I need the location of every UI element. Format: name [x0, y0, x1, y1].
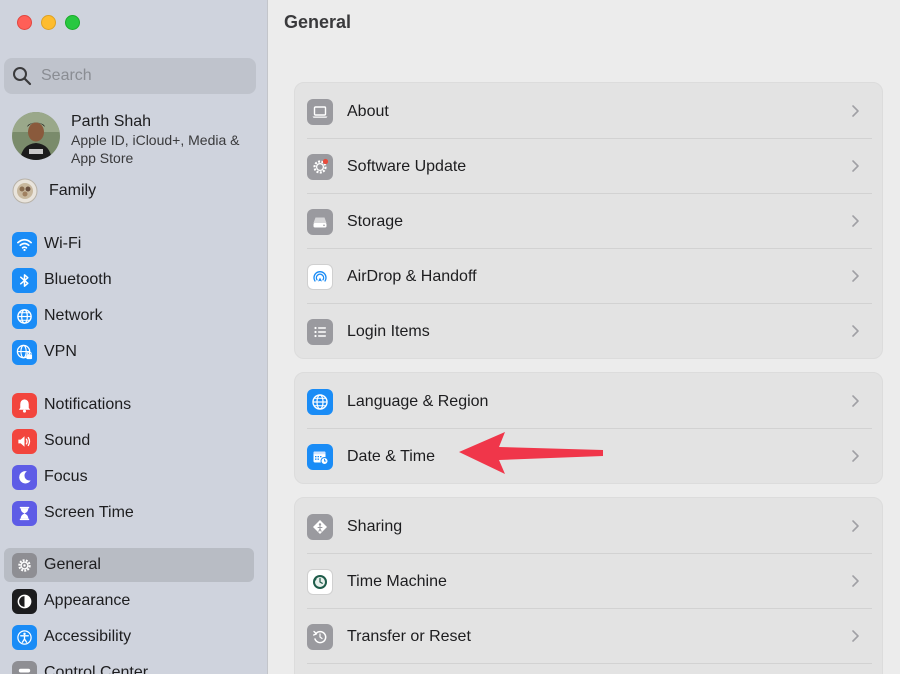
row-label: Date & Time — [347, 447, 436, 465]
chevron-right-icon — [852, 630, 859, 642]
laptop-icon — [307, 98, 333, 125]
sharing-icon — [307, 513, 333, 540]
chevron-right-icon — [852, 160, 859, 172]
zoom-window-button[interactable] — [65, 15, 80, 30]
sidebar-item-label: Appearance — [44, 592, 131, 609]
vpn-globe-icon — [12, 339, 37, 365]
main-pane: General About Software Update Storage Ai… — [269, 0, 900, 674]
row-label: About — [347, 102, 389, 120]
bluetooth-icon — [12, 267, 37, 293]
chevron-right-icon — [852, 395, 859, 407]
sidebar-item-bluetooth[interactable]: Bluetooth — [4, 263, 254, 297]
sidebar-item-label: Wi-Fi — [44, 235, 82, 252]
bell-icon — [12, 392, 37, 418]
row-transfer-reset[interactable]: Transfer or Reset — [307, 609, 872, 664]
row-language-region[interactable]: Language & Region — [307, 374, 872, 429]
search-input[interactable] — [41, 67, 241, 85]
sidebar-item-label: Screen Time — [44, 504, 134, 521]
row-airdrop-handoff[interactable]: AirDrop & Handoff — [307, 249, 872, 304]
sidebar-item-label: General — [44, 556, 101, 573]
calendar-clock-icon — [307, 443, 333, 470]
sidebar-item-label: Bluetooth — [44, 271, 112, 288]
window-controls — [17, 15, 80, 30]
sidebar-item-sound[interactable]: Sound — [4, 424, 254, 458]
sidebar-item-notifications[interactable]: Notifications — [4, 388, 254, 422]
list-icon — [307, 318, 333, 345]
row-time-machine[interactable]: Time Machine — [307, 554, 872, 609]
chevron-right-icon — [852, 450, 859, 462]
avatar — [12, 112, 60, 160]
row-label: AirDrop & Handoff — [347, 267, 477, 285]
chevron-right-icon — [852, 270, 859, 282]
row-about[interactable]: About — [307, 84, 872, 139]
gear-icon — [12, 552, 37, 578]
sidebar-item-label: Sound — [44, 432, 91, 449]
sidebar-item-label: Control Center — [44, 664, 149, 674]
sidebar-item-screen-time[interactable]: Screen Time — [4, 496, 254, 530]
account-name: Parth Shah — [71, 113, 152, 130]
sidebar-item-network[interactable]: Network — [4, 299, 254, 333]
row-login-items[interactable]: Login Items — [307, 304, 872, 359]
chevron-right-icon — [852, 520, 859, 532]
reset-icon — [307, 623, 333, 650]
speaker-icon — [12, 428, 37, 454]
accessibility-icon — [12, 624, 37, 650]
row-label: Storage — [347, 212, 404, 230]
chevron-right-icon — [852, 325, 859, 337]
row-label: Login Items — [347, 322, 430, 340]
chevron-right-icon — [852, 215, 859, 227]
time-machine-icon — [307, 568, 333, 595]
annotation-arrow-icon — [459, 432, 603, 474]
sidebar: Parth Shah Apple ID, iCloud+, Media & Ap… — [0, 0, 268, 674]
row-storage[interactable]: Storage — [307, 194, 872, 249]
sidebar-item-appearance[interactable]: Appearance — [4, 584, 254, 618]
globe-icon — [12, 303, 37, 329]
close-window-button[interactable] — [17, 15, 32, 30]
appearance-icon — [12, 588, 37, 614]
airdrop-icon — [307, 263, 333, 290]
settings-group-sharing: Sharing Time Machine Transfer or Reset — [294, 497, 883, 674]
globe-icon — [307, 388, 333, 415]
sidebar-item-label: VPN — [44, 343, 77, 360]
row-label: Transfer or Reset — [347, 627, 471, 645]
chevron-right-icon — [852, 105, 859, 117]
row-label: Time Machine — [347, 572, 447, 590]
sidebar-item-focus[interactable]: Focus — [4, 460, 254, 494]
sidebar-item-label: Focus — [44, 468, 88, 485]
account-subtitle: Apple ID, iCloud+, Media & App Store — [71, 132, 240, 166]
sidebar-item-accessibility[interactable]: Accessibility — [4, 620, 254, 654]
minimize-window-button[interactable] — [41, 15, 56, 30]
chevron-right-icon — [852, 575, 859, 587]
search-icon — [13, 67, 32, 86]
wifi-icon — [12, 231, 37, 257]
sidebar-item-label: Network — [44, 307, 103, 324]
settings-group-system: About Software Update Storage AirDrop & … — [294, 82, 883, 359]
sidebar-item-vpn[interactable]: VPN — [4, 335, 254, 369]
apple-id-account[interactable]: Parth Shah Apple ID, iCloud+, Media & Ap… — [12, 112, 261, 167]
gear-badge-icon — [307, 153, 333, 180]
hourglass-icon — [12, 500, 37, 526]
sidebar-item-wifi[interactable]: Wi-Fi — [4, 227, 254, 261]
sidebar-item-control-center[interactable]: Control Center — [4, 656, 254, 674]
search-field[interactable] — [4, 58, 256, 94]
moon-icon — [12, 464, 37, 490]
family-label: Family — [49, 182, 97, 199]
sidebar-item-label: Accessibility — [44, 628, 132, 645]
row-sharing[interactable]: Sharing — [307, 499, 872, 554]
sidebar-item-label: Notifications — [44, 396, 132, 413]
row-label: Software Update — [347, 157, 467, 175]
drive-icon — [307, 208, 333, 235]
sidebar-item-general[interactable]: General — [4, 548, 254, 582]
page-title: General — [284, 12, 352, 32]
sidebar-item-family[interactable]: Family — [12, 178, 96, 204]
family-avatars-icon — [12, 178, 38, 204]
row-label: Language & Region — [347, 392, 489, 410]
row-software-update[interactable]: Software Update — [307, 139, 872, 194]
control-center-icon — [12, 660, 37, 674]
row-label: Sharing — [347, 517, 403, 535]
